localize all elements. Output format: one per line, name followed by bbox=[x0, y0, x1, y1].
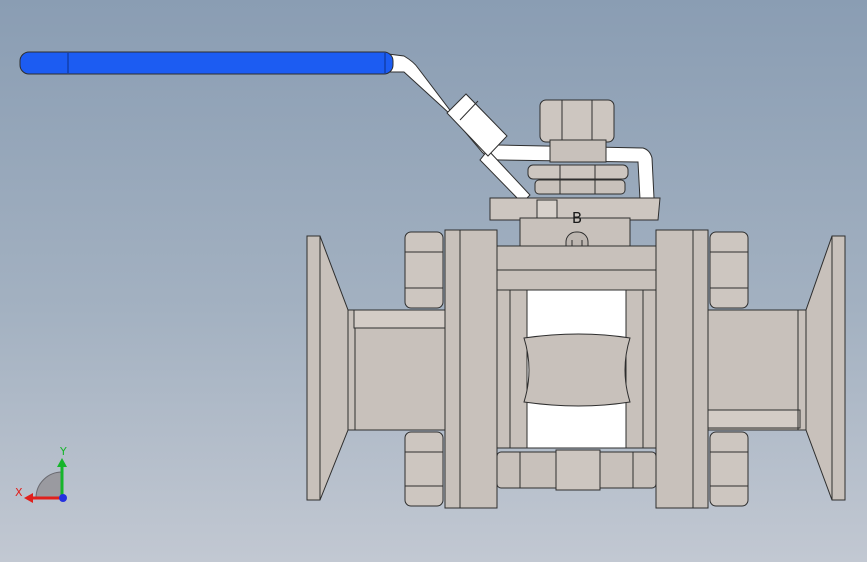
z-axis bbox=[59, 494, 67, 502]
y-axis-label: Y bbox=[59, 445, 67, 458]
right-ferrule-flange bbox=[805, 235, 846, 501]
upper-body-band bbox=[496, 245, 657, 291]
bolt-nut-lower-left bbox=[404, 431, 444, 507]
washer bbox=[534, 179, 626, 195]
bolt-nut-lower-right bbox=[709, 431, 749, 507]
handle-grip bbox=[19, 51, 394, 75]
port-marking: B bbox=[572, 209, 582, 227]
top-hex-nut bbox=[539, 99, 615, 143]
gland-nut bbox=[527, 164, 629, 180]
x-axis-label: X bbox=[15, 486, 23, 499]
left-body-flange bbox=[444, 229, 498, 509]
stem bbox=[549, 139, 607, 163]
triad-plane bbox=[35, 471, 63, 499]
cad-3d-view[interactable]: B Y X bbox=[0, 0, 867, 562]
graphics-viewport[interactable]: B Y X bbox=[0, 0, 867, 562]
ball bbox=[523, 333, 631, 407]
center-body[interactable] bbox=[496, 245, 657, 449]
right-body-flange bbox=[655, 229, 709, 509]
bolt-nut-upper-right bbox=[709, 231, 749, 309]
bolt-nut-upper-left bbox=[404, 231, 444, 309]
coordinate-triad: Y X bbox=[15, 445, 67, 503]
left-ferrule-flange bbox=[306, 235, 349, 501]
